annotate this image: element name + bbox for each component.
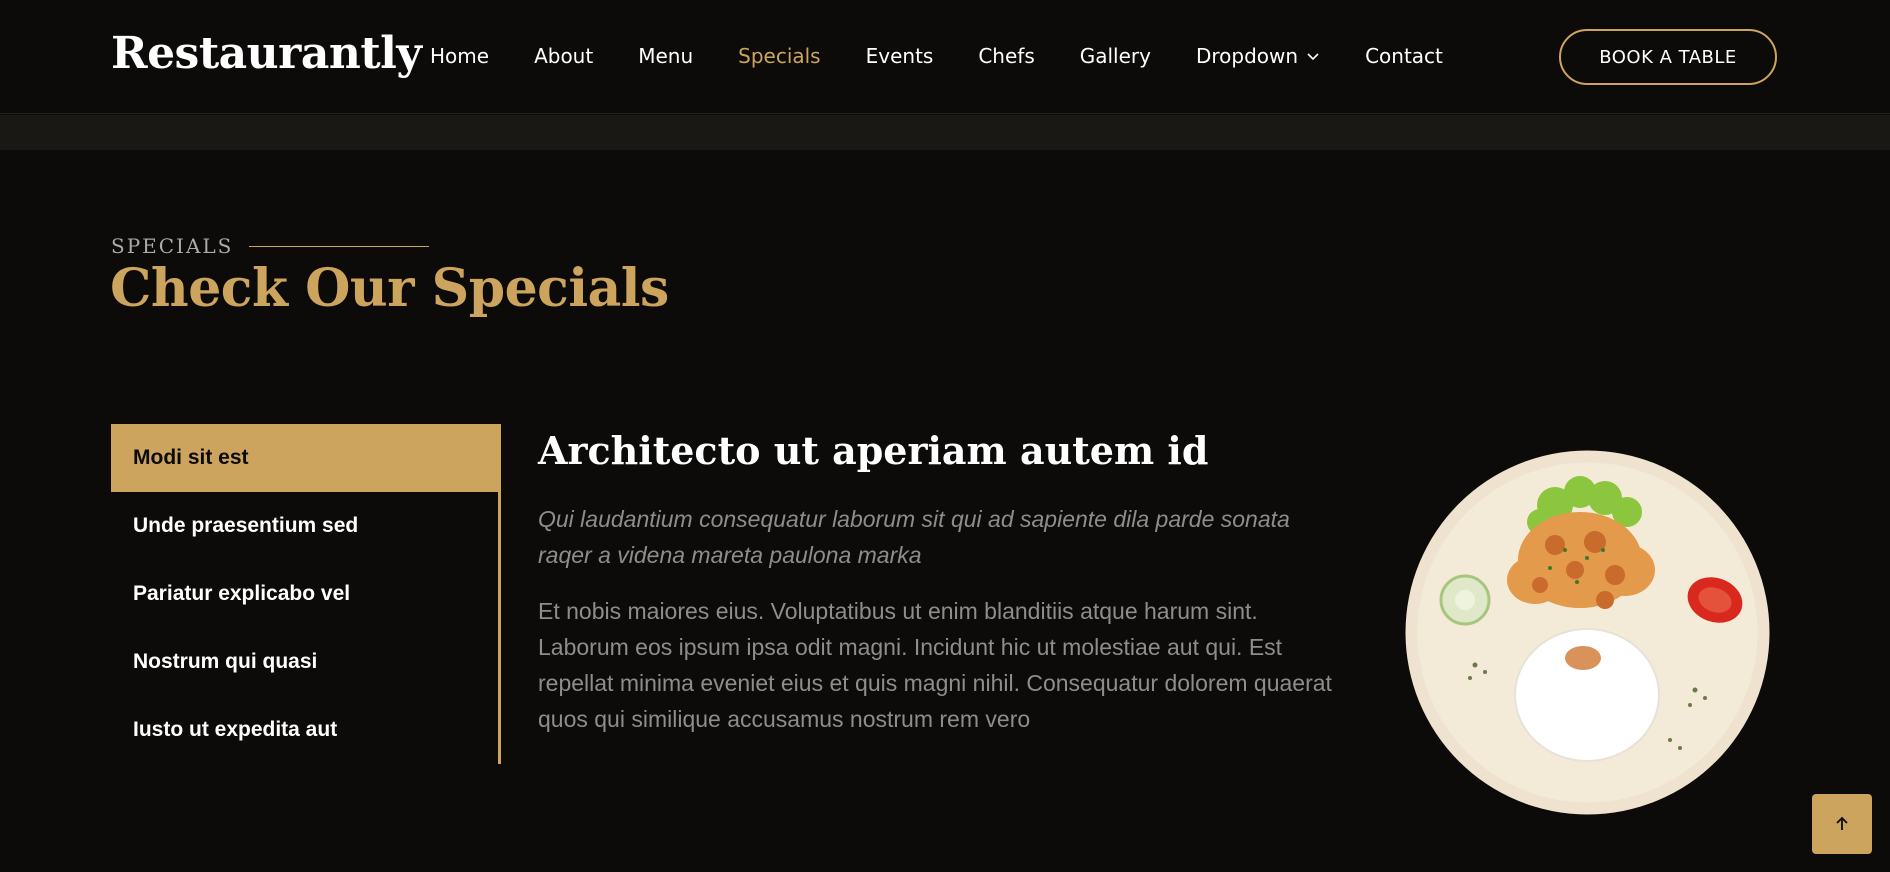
nav-chefs[interactable]: Chefs bbox=[978, 44, 1034, 68]
nav-home[interactable]: Home bbox=[430, 44, 489, 68]
nav-about[interactable]: About bbox=[534, 44, 593, 68]
special-lead: Qui laudantium consequatur laborum sit q… bbox=[538, 506, 1290, 568]
chevron-down-icon bbox=[1307, 53, 1319, 61]
section-label-line bbox=[249, 245, 430, 247]
nav-dropdown[interactable]: Dropdown bbox=[1196, 44, 1320, 68]
site-logo[interactable]: Restaurantly bbox=[111, 28, 422, 79]
back-to-top-button[interactable] bbox=[1812, 794, 1872, 854]
specials-tabs: Modi sit est Unde praesentium sed Pariat… bbox=[111, 424, 501, 764]
nav-specials[interactable]: Specials bbox=[738, 44, 820, 68]
section-title: Check Our Specials bbox=[110, 258, 669, 319]
nav-events[interactable]: Events bbox=[866, 44, 934, 68]
tab-nostrum-qui-quasi[interactable]: Nostrum qui quasi bbox=[111, 628, 498, 696]
tab-pariatur-explicabo-vel[interactable]: Pariatur explicabo vel bbox=[111, 560, 498, 628]
tab-modi-sit-est[interactable]: Modi sit est bbox=[111, 424, 498, 492]
main-nav: Home About Menu Specials Events Chefs Ga… bbox=[430, 44, 1488, 68]
nav-gallery[interactable]: Gallery bbox=[1080, 44, 1151, 68]
tab-unde-praesentium-sed[interactable]: Unde praesentium sed bbox=[111, 492, 498, 560]
tab-iusto-ut-expedita-aut[interactable]: Iusto ut expedita aut bbox=[111, 696, 498, 764]
special-description: Et nobis maiores eius. Voluptatibus ut e… bbox=[538, 598, 1332, 732]
nav-contact[interactable]: Contact bbox=[1365, 44, 1443, 68]
special-dish-image bbox=[1405, 450, 1770, 815]
site-header: Restaurantly Home About Menu Specials Ev… bbox=[0, 0, 1890, 114]
book-table-button[interactable]: BOOK A TABLE bbox=[1559, 29, 1777, 85]
nav-menu[interactable]: Menu bbox=[638, 44, 693, 68]
special-details: Architecto ut aperiam autem id Qui lauda… bbox=[538, 424, 1338, 737]
section-label-text: SPECIALS bbox=[111, 234, 234, 258]
section-label: SPECIALS bbox=[111, 234, 430, 258]
special-title: Architecto ut aperiam autem id bbox=[538, 428, 1209, 473]
header-divider-strip bbox=[0, 115, 1890, 150]
nav-dropdown-label: Dropdown bbox=[1195, 44, 1299, 68]
arrow-up-icon bbox=[1836, 816, 1848, 830]
